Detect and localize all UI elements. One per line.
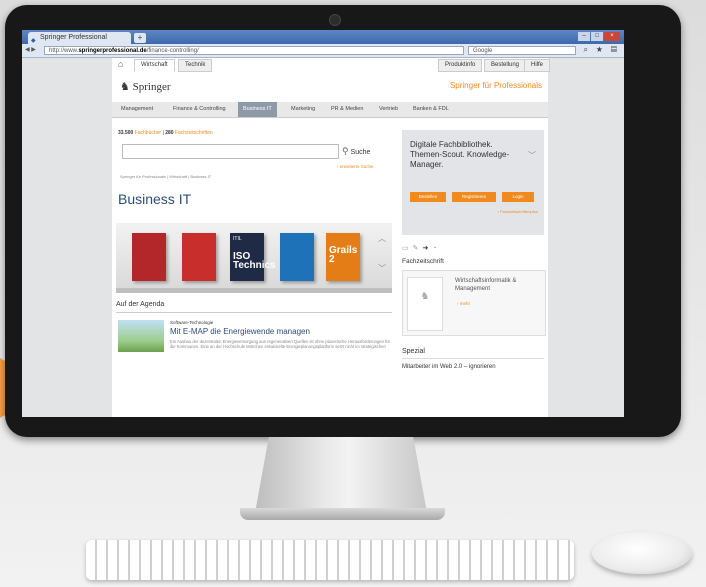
advanced-search-link[interactable]: › erweiterte Suche <box>337 164 374 169</box>
agenda-image[interactable] <box>118 320 164 352</box>
maximize-icon[interactable]: □ <box>591 32 603 41</box>
new-tab-button[interactable]: + <box>134 33 146 43</box>
books-label[interactable]: Fachbücher <box>135 130 161 136</box>
chevron-down-icon[interactable]: ﹀ <box>528 150 536 161</box>
books-count: 33.500 <box>118 130 134 136</box>
register-button[interactable]: Registrieren <box>452 192 496 202</box>
main-nav: Management Finance & Controlling Busines… <box>112 102 548 118</box>
window-controls: – □ × <box>578 32 620 41</box>
journals-label[interactable]: Fachzeitschriften <box>175 130 213 136</box>
carousel-up-icon[interactable]: ︿ <box>378 233 386 244</box>
login-button[interactable]: Login <box>502 192 534 202</box>
counts-line: 33.500 Fachbücher | 280 Fachzeitschrifte… <box>118 130 213 136</box>
link-bestellung[interactable]: Bestellung <box>484 59 527 72</box>
link-hilfe[interactable]: Hilfe <box>524 59 551 72</box>
order-button[interactable]: Bestellen <box>410 192 446 202</box>
nav-marketing[interactable]: Marketing <box>286 102 320 117</box>
counts-separator: | <box>162 130 164 136</box>
web-page: ⌂ Wirtschaft Technik Produktinfo Bestell… <box>112 58 551 417</box>
shelf <box>116 288 392 293</box>
book-cover[interactable] <box>182 233 216 281</box>
tab-wirtschaft[interactable]: Wirtschaft <box>134 59 175 72</box>
url-domain: springerprofessional.de <box>78 48 147 54</box>
mouse <box>592 532 692 574</box>
search-button[interactable]: ⚲ Suche <box>342 144 370 158</box>
promo-link[interactable]: › Fachzeitschriftenplan <box>498 209 538 214</box>
browser-titlebar: ◆ Springer Professional + – □ × <box>22 30 624 44</box>
monitor-stand <box>255 437 427 513</box>
pen-icon[interactable]: ✎ <box>413 245 423 252</box>
agenda-title[interactable]: Mit E-MAP die Energiewende managen <box>170 327 310 336</box>
promo-box: Digitale Fachbibliothek. Themen-Scout. K… <box>402 130 544 235</box>
link-produktinfo[interactable]: Produktinfo <box>438 59 483 72</box>
browser-navbar: ◀ ▶ http://www.springerprofessional.de/f… <box>22 44 624 58</box>
tab-technik[interactable]: Technik <box>178 59 213 72</box>
url-path: /finance-controlling/ <box>146 48 199 54</box>
nav-banken-fdl[interactable]: Banken & FDL <box>408 102 454 117</box>
agenda-kicker: Software-Technologie <box>170 320 214 325</box>
camera-icon <box>329 14 341 26</box>
toolbar-icons[interactable]: ⌕ ★ ▤ <box>583 45 620 55</box>
close-icon[interactable]: × <box>604 32 620 41</box>
book-cover[interactable]: ITIL ISO Technics <box>230 233 276 281</box>
url-prefix: http://www. <box>49 48 79 54</box>
logo-text: Springer <box>132 81 171 93</box>
fachzeitschrift-heading: Fachzeitschrift <box>402 258 444 265</box>
journals-count: 280 <box>165 130 174 136</box>
book-icon[interactable]: ▭ <box>402 245 413 252</box>
book-cover[interactable] <box>280 233 314 281</box>
page-title: Business IT <box>118 191 192 207</box>
agenda-text: Ein Ausbau der dezentralen Energieversor… <box>170 339 390 349</box>
clock-icon[interactable]: ◔ <box>432 245 440 252</box>
journal-title[interactable]: Wirtschaftsinformatik & Management <box>455 277 543 293</box>
monitor-stand-base <box>240 508 445 520</box>
journal-more-link[interactable]: › mehr <box>457 301 470 306</box>
breadcrumb: Springer für Professionals | Wirtschaft … <box>120 174 212 179</box>
agenda-heading: Auf der Agenda <box>116 301 392 313</box>
fachzeitschrift-box: ♞ Wirtschaftsinformatik & Management › m… <box>402 270 546 336</box>
book-carousel: ITIL ISO Technics Grails 2 ︿ ﹀ <box>116 223 392 293</box>
nav-business-it[interactable]: Business IT <box>238 102 277 117</box>
book-cover[interactable] <box>132 233 166 281</box>
monitor: ◆ Springer Professional + – □ × ◀ ▶ http… <box>5 5 681 437</box>
spezial-heading: Spezial <box>402 348 544 359</box>
back-forward-icon[interactable]: ◀ ▶ <box>25 46 36 53</box>
journal-cover[interactable]: ♞ <box>407 277 443 331</box>
slider-icons[interactable]: ▭✎➜◔ <box>402 244 441 252</box>
tab-title: Springer Professional <box>40 34 107 41</box>
springer-logo[interactable]: ♞ Springer <box>120 80 171 93</box>
nav-finance-controlling[interactable]: Finance & Controlling <box>168 102 231 117</box>
arrow-right-icon[interactable]: ➜ <box>423 245 433 252</box>
nav-vertrieb[interactable]: Vertrieb <box>374 102 403 117</box>
tagline: Springer für Professionals <box>449 81 542 90</box>
springer-mark-icon: ♞ <box>420 291 430 302</box>
address-bar[interactable]: http://www.springerprofessional.de/finan… <box>44 46 464 55</box>
search-button-label: Suche <box>350 149 371 156</box>
minimize-icon[interactable]: – <box>578 32 590 41</box>
browser-search-input[interactable]: Google <box>468 46 576 55</box>
browser-tab[interactable]: ◆ Springer Professional <box>28 32 131 44</box>
chess-knight-icon: ♞ <box>120 81 130 93</box>
search-icon: ⚲ <box>342 146 349 156</box>
nav-pr-medien[interactable]: PR & Medien <box>326 102 368 117</box>
screen: ◆ Springer Professional + – □ × ◀ ▶ http… <box>22 30 624 417</box>
home-icon[interactable]: ⌂ <box>118 59 123 69</box>
spezial-link[interactable]: Mitarbeiter im Web 2.0 – ignorieren <box>402 364 496 370</box>
book-cover[interactable]: Grails 2 <box>326 233 360 281</box>
top-nav: ⌂ Wirtschaft Technik Produktinfo Bestell… <box>112 58 551 72</box>
keyboard <box>86 540 574 580</box>
carousel-down-icon[interactable]: ﹀ <box>378 263 386 274</box>
nav-management[interactable]: Management <box>116 102 158 117</box>
search-input[interactable] <box>122 144 339 159</box>
promo-title: Digitale Fachbibliothek. Themen-Scout. K… <box>410 140 510 169</box>
